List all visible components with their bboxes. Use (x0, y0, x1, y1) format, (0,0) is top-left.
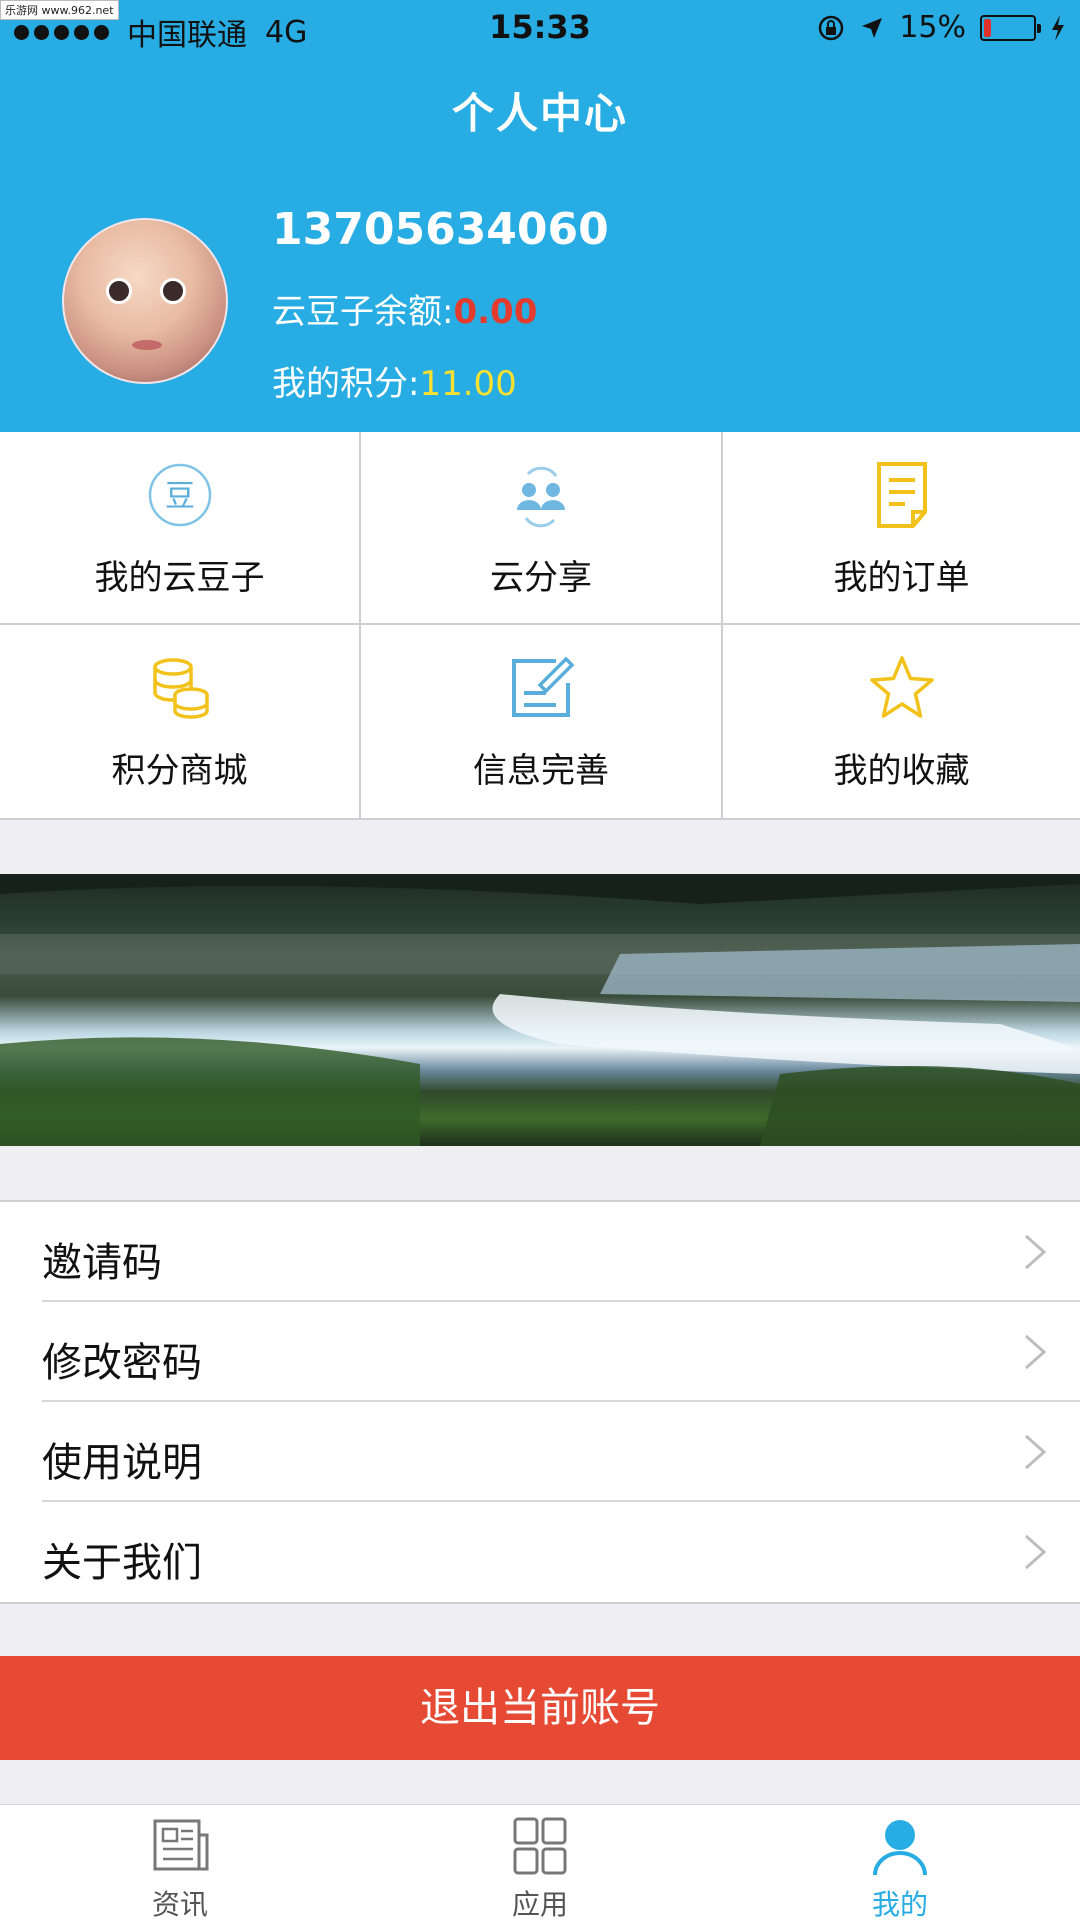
grid-item-label: 信息完善 (473, 751, 609, 791)
grid-item-my-orders[interactable]: 我的订单 (723, 432, 1080, 625)
order-document-icon (876, 462, 927, 528)
points-label: 我的积分: (272, 364, 420, 404)
settings-menu: 邀请码 修改密码 使用说明 关于我们 (0, 1200, 1080, 1604)
star-icon (869, 656, 934, 718)
location-arrow-icon (862, 17, 883, 38)
grid-item-favorites[interactable]: 我的收藏 (723, 625, 1080, 820)
tab-label: 应用 (511, 1888, 568, 1920)
tab-label: 资讯 (151, 1888, 208, 1920)
avatar-eye-right (160, 278, 186, 304)
menu-item-change-password[interactable]: 修改密码 (0, 1302, 1080, 1402)
menu-item-about-us[interactable]: 关于我们 (0, 1502, 1080, 1602)
bean-balance-value: 0.00 (453, 292, 538, 332)
user-icon (873, 1820, 927, 1876)
battery-icon (980, 14, 1041, 41)
grid-item-cloud-share[interactable]: 云分享 (361, 432, 723, 625)
edit-info-icon (512, 656, 575, 717)
tab-mine[interactable]: 我的 (800, 1805, 1000, 1920)
apps-grid-icon (513, 1817, 567, 1875)
share-users-icon (517, 466, 565, 528)
grid-item-points-mall[interactable]: 积分商城 (0, 625, 361, 820)
bean-icon: 豆 (148, 463, 211, 527)
bottom-tab-bar: 资讯 应用 我的 (0, 1804, 1080, 1920)
menu-item-invite-code[interactable]: 邀请码 (0, 1202, 1080, 1302)
tab-label: 我的 (871, 1888, 928, 1920)
menu-item-label: 使用说明 (42, 1440, 202, 1486)
function-grid: 豆 我的云豆子 云分享 我的订单 积分商城 信息完善 我的收藏 (0, 432, 1080, 820)
profile-header: 中国联通 4G 15:33 15% 乐游网 www.962.net 个人中心 1… (0, 0, 1080, 432)
points-value: 11.00 (419, 364, 517, 404)
user-phone: 13705634060 (272, 204, 609, 255)
svg-text:豆: 豆 (165, 479, 195, 514)
watermark: 乐游网 www.962.net (0, 0, 119, 20)
chevron-right-icon (1025, 1534, 1047, 1570)
bean-balance: 云豆子余额:0.00 (272, 284, 537, 333)
chevron-right-icon (1025, 1434, 1047, 1470)
chevron-right-icon (1025, 1334, 1047, 1370)
grid-item-my-beans[interactable]: 豆 我的云豆子 (0, 432, 361, 625)
grid-item-info-complete[interactable]: 信息完善 (361, 625, 723, 820)
avatar[interactable] (62, 218, 228, 384)
menu-item-label: 关于我们 (42, 1540, 202, 1586)
grid-item-label: 我的云豆子 (94, 558, 265, 598)
battery-percent: 15% (899, 10, 966, 45)
avatar-mouth (132, 340, 162, 350)
waterfall-scene (0, 874, 1080, 1146)
status-bar: 中国联通 4G 15:33 15% (0, 0, 1080, 56)
menu-item-label: 邀请码 (42, 1240, 162, 1286)
orientation-lock-icon (819, 15, 844, 40)
avatar-eye-left (106, 278, 132, 304)
logout-button[interactable]: 退出当前账号 (0, 1656, 1080, 1760)
tab-apps[interactable]: 应用 (440, 1805, 640, 1920)
chevron-right-icon (1025, 1234, 1047, 1270)
grid-item-label: 积分商城 (111, 751, 248, 791)
grid-item-label: 云分享 (490, 558, 592, 598)
coins-icon (152, 658, 209, 719)
battery-level (984, 18, 991, 37)
menu-item-label: 修改密码 (42, 1340, 202, 1386)
news-icon (153, 1819, 209, 1871)
charging-bolt-icon (1052, 14, 1064, 41)
banner-image[interactable] (0, 874, 1080, 1146)
page-title: 个人中心 (451, 89, 628, 138)
grid-item-label: 我的订单 (833, 558, 970, 598)
status-right: 15% (817, 10, 1066, 45)
my-points: 我的积分:11.00 (272, 356, 517, 405)
bean-balance-label: 云豆子余额: (272, 292, 454, 332)
menu-item-instructions[interactable]: 使用说明 (0, 1402, 1080, 1502)
tab-news[interactable]: 资讯 (80, 1805, 280, 1920)
grid-item-label: 我的收藏 (833, 751, 970, 791)
